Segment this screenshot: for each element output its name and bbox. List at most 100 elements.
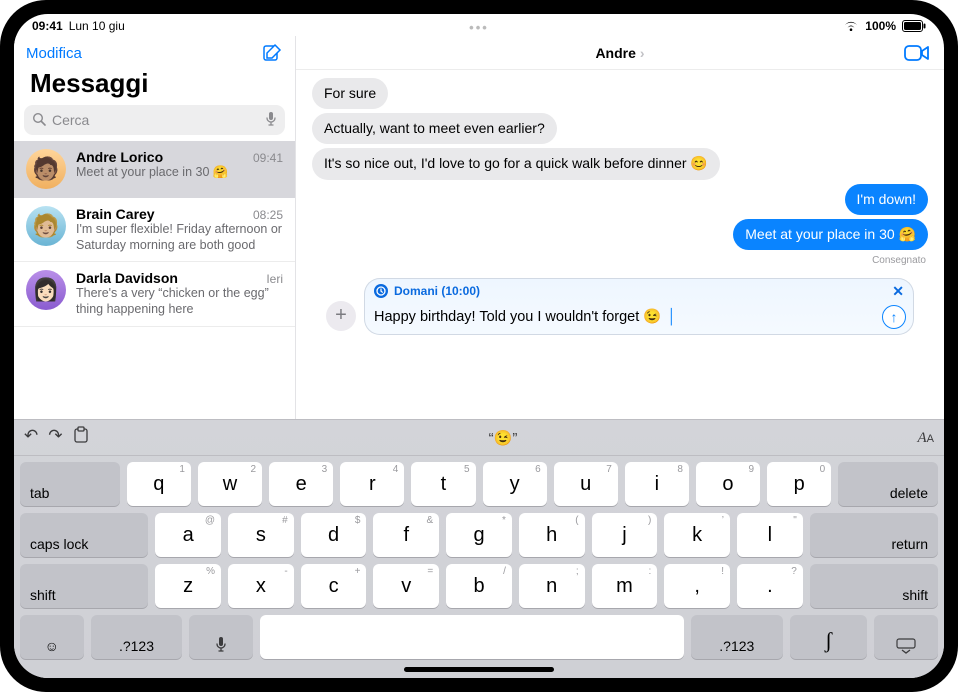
key-a[interactable]: a@ (155, 513, 221, 557)
chat-body: For sure Actually, want to meet even ear… (296, 70, 944, 419)
key-emoji[interactable]: ☺ (20, 615, 84, 659)
message-text: I'm down! (845, 184, 928, 215)
conversation-time: Ieri (266, 272, 283, 286)
conversation-preview: I'm super flexible! Friday afternoon or … (76, 222, 283, 253)
redo-button[interactable]: ↷ (48, 426, 62, 449)
conversation-item[interactable]: 👩🏻 Darla Davidson Ieri There's a very “c… (14, 262, 295, 326)
key-z[interactable]: z% (155, 564, 221, 608)
key-u[interactable]: u7 (554, 462, 618, 506)
key-y[interactable]: y6 (483, 462, 547, 506)
conversation-name: Andre Lorico (76, 149, 163, 165)
key-s[interactable]: s# (228, 513, 294, 557)
key-dictate[interactable] (189, 615, 253, 659)
key-alt-label: * (502, 515, 506, 526)
page-title: Messaggi (14, 66, 295, 105)
search-input[interactable]: Cerca (24, 105, 285, 135)
key-.[interactable]: .? (737, 564, 803, 608)
key-numswitch-right[interactable]: .?123 (691, 615, 783, 659)
text-format-button[interactable]: AA (917, 429, 934, 447)
chat-contact-button[interactable]: Andre › (595, 45, 644, 61)
key-v[interactable]: v= (373, 564, 439, 608)
key-r[interactable]: r4 (340, 462, 404, 506)
key-handwriting[interactable]: ʃ (790, 615, 868, 659)
key-c[interactable]: c+ (301, 564, 367, 608)
message-in[interactable]: It's so nice out, I'd love to go for a q… (312, 148, 928, 179)
schedule-cancel-button[interactable]: ✕ (892, 283, 904, 300)
key-capslock[interactable]: caps lock (20, 513, 148, 557)
key-m[interactable]: m: (592, 564, 658, 608)
key-delete[interactable]: delete (838, 462, 938, 506)
avatar: 👩🏻 (26, 270, 66, 310)
key-f[interactable]: f& (373, 513, 439, 557)
key-alt-label: # (282, 515, 288, 526)
key-e[interactable]: e3 (269, 462, 333, 506)
key-space[interactable] (260, 615, 684, 659)
compose-button[interactable] (261, 42, 283, 64)
key-alt-label: 4 (393, 464, 399, 475)
key-alt-label: - (284, 566, 287, 577)
send-button[interactable]: ↑ (882, 305, 906, 329)
conversation-name: Darla Davidson (76, 270, 178, 286)
chat-header: Andre › (296, 36, 944, 70)
message-text: For sure (312, 78, 388, 109)
key-t[interactable]: t5 (411, 462, 475, 506)
prediction-suggestion[interactable]: “😉” (97, 429, 910, 447)
avatar: 🧑🏼 (26, 206, 66, 246)
conversation-time: 09:41 (253, 151, 283, 165)
key-,[interactable]: ,! (664, 564, 730, 608)
dictate-icon[interactable] (265, 111, 277, 130)
schedule-pill[interactable]: Domani (10:00) ✕ (364, 278, 914, 303)
key-alt-label: + (355, 566, 361, 577)
clipboard-icon[interactable] (73, 426, 89, 449)
search-placeholder: Cerca (52, 112, 89, 128)
status-time: 09:41 (32, 19, 63, 33)
message-in[interactable]: For sure (312, 78, 928, 109)
key-n[interactable]: n; (519, 564, 585, 608)
key-i[interactable]: i8 (625, 462, 689, 506)
key-k[interactable]: k’ (664, 513, 730, 557)
key-return[interactable]: return (810, 513, 938, 557)
key-alt-label: 1 (179, 464, 185, 475)
key-numswitch-left[interactable]: .?123 (91, 615, 183, 659)
key-alt-label: % (206, 566, 215, 577)
key-b[interactable]: b/ (446, 564, 512, 608)
key-alt-label: ) (648, 515, 651, 526)
delivered-label: Consegnato (872, 255, 926, 266)
message-out[interactable]: Meet at your place in 30 🤗 (312, 219, 928, 250)
add-attachment-button[interactable]: + (326, 301, 356, 331)
conversation-item[interactable]: 🧑🏽 Andre Lorico 09:41 Meet at your place… (14, 141, 295, 198)
key-q[interactable]: q1 (127, 462, 191, 506)
key-alt-label: 6 (535, 464, 541, 475)
multitask-dots-icon[interactable]: ••• (469, 20, 489, 35)
key-alt-label: / (503, 566, 506, 577)
key-alt-label: 7 (606, 464, 612, 475)
facetime-button[interactable] (904, 43, 930, 63)
key-shift-left[interactable]: shift (20, 564, 148, 608)
key-w[interactable]: w2 (198, 462, 262, 506)
message-out[interactable]: I'm down! (312, 184, 928, 215)
key-hide-keyboard[interactable] (874, 615, 938, 659)
conversation-item[interactable]: 🧑🏼 Brain Carey 08:25 I'm super flexible!… (14, 198, 295, 262)
key-shift-right[interactable]: shift (810, 564, 938, 608)
key-o[interactable]: o9 (696, 462, 760, 506)
key-l[interactable]: l" (737, 513, 803, 557)
key-h[interactable]: h( (519, 513, 585, 557)
key-d[interactable]: d$ (301, 513, 367, 557)
conversation-preview: There's a very “chicken or the egg” thin… (76, 286, 283, 317)
search-icon (32, 112, 46, 129)
message-text: It's so nice out, I'd love to go for a q… (312, 148, 720, 179)
home-indicator[interactable] (404, 667, 554, 672)
compose-box[interactable]: Domani (10:00) ✕ Happy birthday! Told yo… (364, 278, 914, 335)
key-p[interactable]: p0 (767, 462, 831, 506)
edit-button[interactable]: Modifica (26, 45, 82, 62)
key-tab[interactable]: tab (20, 462, 120, 506)
undo-button[interactable]: ↶ (24, 426, 38, 449)
key-alt-label: ; (576, 566, 579, 577)
message-in[interactable]: Actually, want to meet even earlier? (312, 113, 928, 144)
conversation-time: 08:25 (253, 208, 283, 222)
key-alt-label: 0 (820, 464, 826, 475)
key-x[interactable]: x- (228, 564, 294, 608)
key-g[interactable]: g* (446, 513, 512, 557)
key-j[interactable]: j) (592, 513, 658, 557)
compose-input[interactable]: Happy birthday! Told you I wouldn't forg… (364, 303, 914, 335)
